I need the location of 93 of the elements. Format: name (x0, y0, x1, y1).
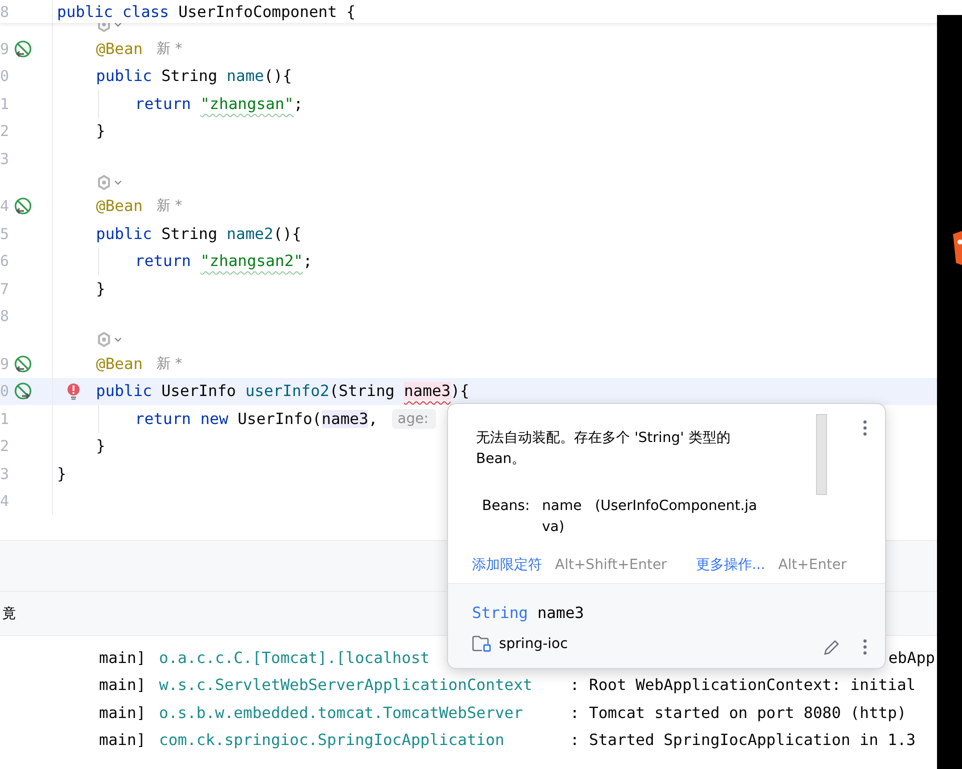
annotation: @Bean (96, 197, 143, 216)
log-message: Root WebApplicationContext: initial (589, 676, 916, 694)
log-message: Started SpringIocApplication in 1.3 (589, 731, 916, 750)
error-identifier: name3 (404, 382, 451, 400)
code-text: UserInfo( (238, 410, 322, 428)
line-number: 3 (0, 150, 9, 168)
code-text: (){ (273, 224, 302, 243)
module-folder-icon (472, 635, 491, 652)
code-keyword: return (135, 94, 191, 113)
line-number: 5 (0, 224, 9, 243)
log-separator: : (570, 731, 580, 750)
highlighted-identifier: name3 (322, 410, 368, 428)
string-literal: "zhangsan2" (200, 252, 303, 270)
line-number: 7 (0, 280, 9, 298)
edit-icon[interactable] (823, 639, 840, 656)
more-icon[interactable] (863, 639, 867, 655)
log-logger[interactable]: w.s.c.ServletWebServerApplicationContext (159, 676, 570, 694)
shortcut-hint: Alt+Shift+Enter (555, 557, 667, 573)
code-text: String (161, 67, 218, 86)
action-link[interactable]: 更多操作... (696, 556, 766, 574)
error-message: 无法自动装配。存在多个 'String' 类型的 Bean。 (476, 429, 732, 469)
code-text: ){ (450, 382, 470, 400)
bean-icon[interactable] (13, 354, 33, 374)
line-number: 8 (0, 2, 9, 20)
method-name: name (226, 67, 264, 86)
bean-icon[interactable] (13, 196, 33, 216)
parameter-hint: age: (392, 408, 436, 429)
beans-label: Beans: (482, 497, 531, 516)
author-hint: 新 * (156, 354, 182, 373)
code-text: } (96, 280, 106, 298)
code-text: (){ (264, 67, 292, 86)
scrollbar[interactable] (816, 414, 827, 495)
author-hint: 新 * (156, 40, 182, 58)
code-keyword: public (96, 67, 152, 86)
line-number: 3 (0, 464, 9, 483)
code-text: String (161, 224, 218, 243)
method-name: userInfo2 (245, 382, 330, 400)
method-name: name2 (226, 224, 274, 243)
line-number: 4 (0, 492, 9, 510)
line-number: 2 (0, 437, 9, 456)
tag-icon (953, 231, 962, 265)
shortcut-hint: Alt+Enter (778, 557, 846, 573)
tool-window-title[interactable]: 竟 (2, 604, 16, 622)
line-number: 1 (0, 94, 9, 113)
log-thread: main] (99, 704, 147, 722)
module-name: spring-ioc (499, 636, 568, 652)
code-keyword: public (96, 382, 152, 400)
code-keyword: public (57, 2, 113, 20)
inlay-settings-icon[interactable] (96, 174, 122, 190)
code-text: } (96, 437, 106, 456)
line-number: 9 (0, 354, 9, 373)
line-number: 2 (0, 122, 9, 140)
code-keyword: return (135, 410, 191, 428)
log-message: ebApp (888, 648, 936, 667)
line-number: 0 (0, 67, 9, 86)
log-logger[interactable]: o.s.b.w.embedded.tomcat.TomcatWebServer (159, 704, 570, 722)
code-text: } (57, 464, 66, 483)
line-number: 1 (0, 410, 9, 428)
code-text: ; (302, 252, 312, 270)
bean-injection-icon[interactable] (13, 381, 33, 402)
string-literal: "zhangsan" (200, 94, 294, 113)
log-thread: main] (99, 676, 147, 694)
code-text: UserInfoComponent { (178, 2, 356, 20)
code-text: UserInfo (161, 382, 236, 400)
log-separator: : (570, 704, 580, 722)
code-keyword: public (96, 224, 152, 243)
declaration: String name3 (472, 604, 586, 622)
beans-value: name (UserInfoComponent.java) (542, 497, 758, 537)
line-number: 8 (0, 307, 9, 326)
code-text: ; (294, 94, 303, 113)
annotation: @Bean (96, 354, 143, 373)
author-hint: 新 * (156, 197, 182, 216)
code-keyword: class (122, 2, 169, 20)
log-thread: main] (99, 731, 147, 750)
line-number: 0 (0, 382, 9, 400)
log-thread: main] (99, 648, 147, 667)
code-text: , (368, 410, 378, 428)
log-logger[interactable]: com.ck.springioc.SpringIocApplication (159, 731, 570, 750)
log-message: Tomcat started on port 8080 (http) (589, 704, 906, 722)
action-link[interactable]: 添加限定符 (472, 556, 542, 574)
line-number: 4 (0, 197, 9, 216)
code-text: (String (329, 382, 395, 400)
more-icon[interactable] (863, 420, 867, 436)
line-number: 9 (0, 40, 9, 58)
error-bulb-icon[interactable] (67, 382, 80, 400)
line-number: 6 (0, 252, 9, 270)
code-text: } (96, 122, 106, 140)
log-separator: : (570, 676, 580, 694)
inlay-settings-icon[interactable] (96, 332, 122, 348)
annotation: @Bean (96, 40, 143, 58)
bean-icon[interactable] (13, 38, 33, 59)
code-keyword: new (200, 410, 228, 428)
code-keyword: return (135, 252, 191, 270)
